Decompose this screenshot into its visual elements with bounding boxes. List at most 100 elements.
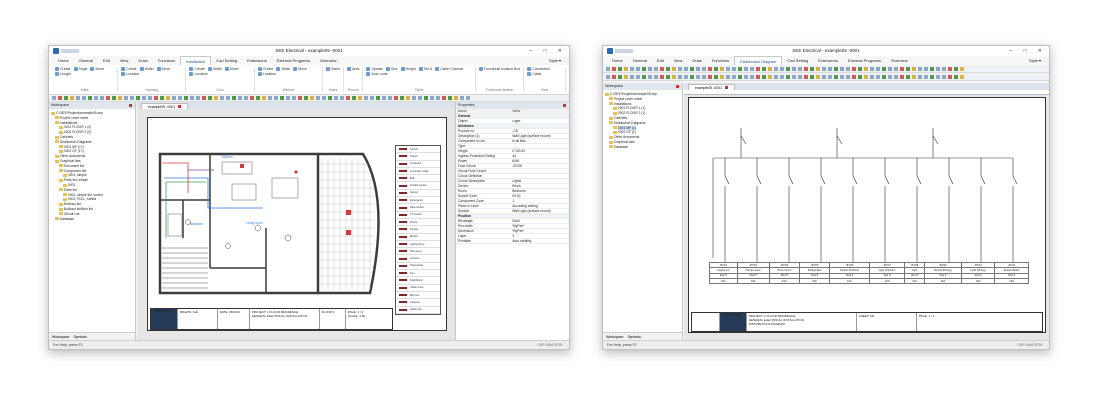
tool-icon[interactable] bbox=[750, 74, 754, 79]
tool-icon[interactable] bbox=[624, 66, 628, 71]
tool-icon[interactable] bbox=[936, 74, 940, 79]
ribbon-button[interactable]: Width bbox=[276, 67, 290, 71]
tool-icon[interactable] bbox=[196, 96, 200, 100]
tool-icon[interactable] bbox=[858, 66, 862, 71]
tool-icon[interactable] bbox=[876, 66, 880, 71]
tool-icon[interactable] bbox=[424, 96, 428, 100]
tool-icon[interactable] bbox=[846, 66, 850, 71]
ribbon-button[interactable]: Location bbox=[189, 72, 208, 76]
tool-icon[interactable] bbox=[906, 74, 910, 79]
tool-icon[interactable] bbox=[412, 96, 416, 100]
tool-icon[interactable] bbox=[618, 74, 622, 79]
ribbon-button[interactable]: Width bbox=[139, 67, 154, 71]
ribbon-button[interactable]: Location bbox=[121, 72, 139, 76]
tool-icon[interactable] bbox=[834, 74, 838, 79]
document-tab[interactable]: example05 -0001 bbox=[141, 103, 189, 109]
menu-tab[interactable]: Draw bbox=[687, 56, 706, 65]
tool-icon[interactable] bbox=[636, 66, 640, 71]
tool-icon[interactable] bbox=[738, 66, 742, 71]
close-icon[interactable] bbox=[178, 105, 182, 108]
tool-icon[interactable] bbox=[448, 96, 452, 100]
tool-icon[interactable] bbox=[624, 74, 628, 79]
tool-icon[interactable] bbox=[720, 74, 724, 79]
tool-icon[interactable] bbox=[870, 74, 874, 79]
tool-icon[interactable] bbox=[64, 96, 68, 100]
close-icon[interactable] bbox=[129, 104, 132, 107]
tool-icon[interactable] bbox=[316, 96, 320, 100]
tool-icon[interactable] bbox=[76, 96, 80, 100]
menu-tab[interactable]: Extensions bbox=[242, 56, 272, 65]
tool-icon[interactable] bbox=[798, 74, 802, 79]
tool-icon[interactable] bbox=[268, 96, 272, 100]
tool-icon[interactable] bbox=[648, 66, 652, 71]
tool-icon[interactable] bbox=[762, 74, 766, 79]
tool-icon[interactable] bbox=[148, 96, 152, 100]
tool-icon[interactable] bbox=[346, 96, 350, 100]
tree-item[interactable]: Database bbox=[605, 145, 680, 150]
tool-icon[interactable] bbox=[900, 74, 904, 79]
tool-icon[interactable] bbox=[666, 66, 670, 71]
tool-icon[interactable] bbox=[262, 96, 266, 100]
property-value[interactable]: Auto visibility bbox=[510, 238, 569, 245]
tool-icon[interactable] bbox=[190, 96, 194, 100]
tool-icon[interactable] bbox=[684, 66, 688, 71]
tool-icon[interactable] bbox=[786, 74, 790, 79]
tool-icon[interactable] bbox=[358, 96, 362, 100]
tool-icon[interactable] bbox=[798, 66, 802, 71]
tool-icon[interactable] bbox=[816, 74, 820, 79]
tool-icon[interactable] bbox=[726, 66, 730, 71]
tool-icon[interactable] bbox=[726, 74, 730, 79]
tool-icon[interactable] bbox=[172, 96, 176, 100]
tool-icon[interactable] bbox=[612, 66, 616, 71]
tool-icon[interactable] bbox=[678, 66, 682, 71]
tool-icon[interactable] bbox=[256, 96, 260, 100]
tool-icon[interactable] bbox=[762, 66, 766, 71]
tool-icon[interactable] bbox=[744, 74, 748, 79]
ribbon-button[interactable]: Location bbox=[257, 72, 276, 76]
tool-icon[interactable] bbox=[960, 66, 964, 71]
menu-tab[interactable]: General bbox=[74, 56, 98, 65]
menu-tab[interactable]: Home bbox=[607, 56, 628, 65]
ribbon-button[interactable]: Cable Channel bbox=[435, 67, 463, 71]
ribbon-button[interactable]: Height bbox=[400, 67, 416, 71]
menu-tab[interactable]: Distribution Diagram bbox=[734, 56, 783, 65]
tool-icon[interactable] bbox=[304, 96, 308, 100]
tool-icon[interactable] bbox=[678, 74, 682, 79]
tool-icon[interactable] bbox=[334, 96, 338, 100]
window-controls[interactable]: – □ ✕ bbox=[1009, 46, 1047, 56]
ribbon-button[interactable]: Move bbox=[156, 67, 170, 71]
tool-icon[interactable] bbox=[882, 66, 886, 71]
distribution-diagram[interactable] bbox=[689, 98, 1047, 334]
menu-tab[interactable]: Installation bbox=[180, 56, 212, 65]
menu-tab[interactable]: View bbox=[669, 56, 688, 65]
tool-icon[interactable] bbox=[672, 66, 676, 71]
tool-icon[interactable] bbox=[792, 66, 796, 71]
tool-icon[interactable] bbox=[900, 66, 904, 71]
menu-tab[interactable]: Edit bbox=[98, 56, 115, 65]
tool-icon[interactable] bbox=[804, 66, 808, 71]
tool-icon[interactable] bbox=[660, 66, 664, 71]
tool-icon[interactable] bbox=[708, 74, 712, 79]
tool-icon[interactable] bbox=[238, 96, 242, 100]
tool-icon[interactable] bbox=[642, 74, 646, 79]
tool-icon[interactable] bbox=[154, 96, 158, 100]
ribbon-button[interactable]: Width bbox=[207, 67, 222, 71]
menu-tab[interactable]: Home bbox=[53, 56, 74, 65]
tool-icon[interactable] bbox=[618, 66, 622, 71]
ribbon-button[interactable]: Create bbox=[55, 67, 71, 71]
ribbon-button[interactable]: Set A bbox=[418, 67, 432, 71]
tool-icon[interactable] bbox=[630, 66, 634, 71]
tool-icon[interactable] bbox=[364, 96, 368, 100]
tool-icon[interactable] bbox=[70, 96, 74, 100]
tool-icon[interactable] bbox=[744, 66, 748, 71]
tool-icon[interactable] bbox=[142, 96, 146, 100]
tool-icon[interactable] bbox=[642, 66, 646, 71]
menu-tab[interactable]: Cad Setting bbox=[211, 56, 242, 65]
tool-icon[interactable] bbox=[894, 66, 898, 71]
tab-workspace[interactable]: Workspace bbox=[606, 333, 623, 340]
tool-icon[interactable] bbox=[858, 74, 862, 79]
tool-icon[interactable] bbox=[696, 74, 700, 79]
tool-icon[interactable] bbox=[406, 96, 410, 100]
tool-icon[interactable] bbox=[690, 74, 694, 79]
tool-icon[interactable] bbox=[690, 66, 694, 71]
